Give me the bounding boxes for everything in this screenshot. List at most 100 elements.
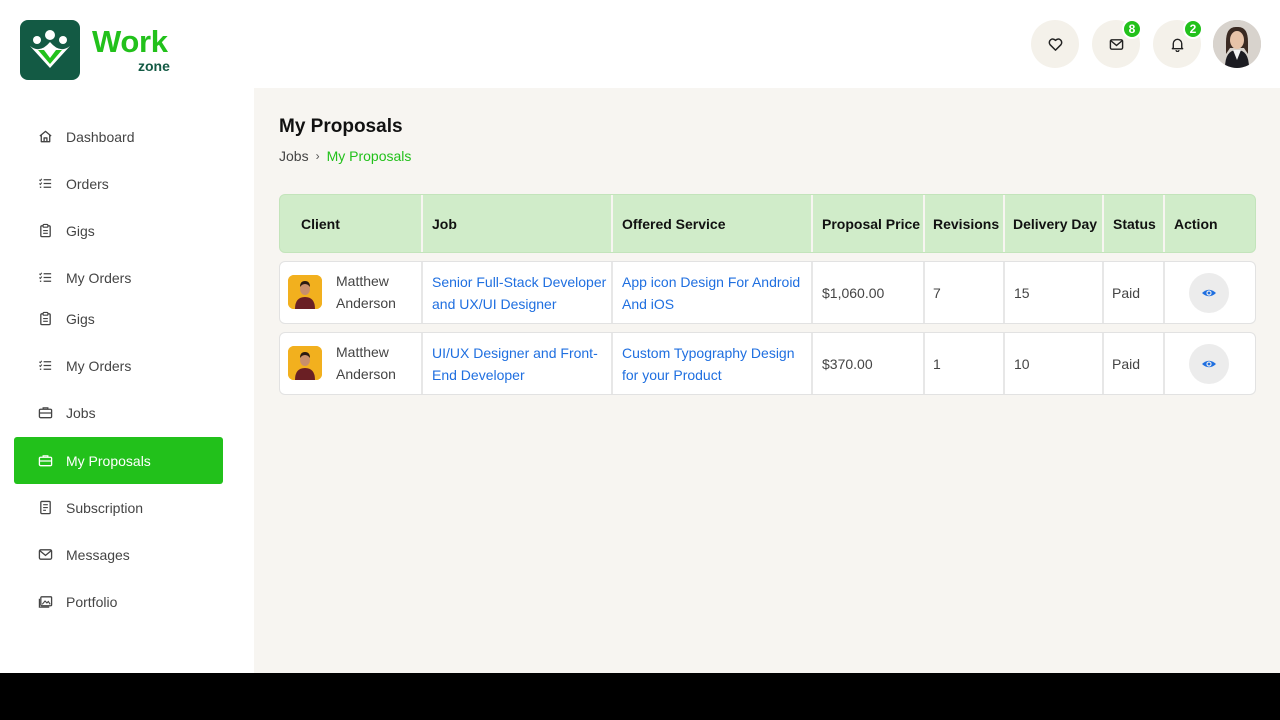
notifications-count-badge: 2 [1183,19,1203,39]
job-title-link[interactable]: Senior Full-Stack Developer and UX/UI De… [432,262,606,323]
sidebar-item-label: Jobs [66,404,96,421]
client-last-name: Anderson [336,366,396,382]
delivery-days: 15 [1014,284,1030,301]
user-avatar[interactable] [1213,20,1261,68]
column-header-job: Job [432,215,457,232]
column-header-action: Action [1174,215,1218,232]
sidebar-item-dashboard[interactable]: Dashboard [14,113,223,160]
table-row: Matthew Anderson UI/UX Designer and Fron… [279,332,1256,395]
page-title: My Proposals [279,116,403,137]
column-header-offered-service: Offered Service [622,215,726,232]
sidebar-item-my-orders[interactable]: My Orders [14,254,223,301]
sidebar-item-label: Dashboard [66,128,135,145]
favorites-button[interactable] [1031,20,1079,68]
view-proposal-button[interactable] [1189,344,1229,384]
column-header-proposal-price: Proposal Price [822,215,921,232]
app-window: Work zone 8 2 Dashboard Orders Gigs My O… [0,0,1280,673]
view-proposal-button[interactable] [1189,273,1229,313]
list-icon [39,272,52,282]
column-header-client: Client [301,215,340,232]
client-photo-icon [288,346,322,380]
heart-icon [1048,37,1062,51]
sidebar-item-label: Subscription [66,499,144,516]
column-header-status: Status [1113,215,1156,232]
service-title-line: Custom Typography Design [622,344,795,361]
brand-name: Work [92,24,168,59]
delivery-days: 10 [1014,355,1030,372]
revisions-count: 7 [933,284,941,301]
offered-service-link[interactable]: App icon Design For Android And iOS [622,262,800,323]
job-title-link[interactable]: UI/UX Designer and Front- End Developer [432,333,598,394]
eye-icon [1202,360,1216,368]
client-avatar [288,346,322,380]
service-title-line: And iOS [622,295,675,312]
sidebar-item-messages[interactable]: Messages [14,531,223,578]
user-photo-icon [1213,20,1261,68]
proposals-table: Client Job Offered Service Proposal Pric… [279,194,1256,395]
job-title-line: End Developer [432,366,525,383]
clipboard-icon [40,311,51,326]
workzone-logo[interactable] [20,20,80,80]
client-last-name: Anderson [336,295,396,311]
breadcrumb-separator: › [315,149,320,163]
status-text: Paid [1112,284,1141,301]
sidebar-item-label: My Orders [66,269,132,286]
job-title-line: Senior Full-Stack Developer [432,273,607,290]
image-icon [38,596,53,608]
table-row: Matthew Anderson Senior Full-Stack Devel… [279,261,1256,324]
home-icon [39,130,52,143]
offered-service-link[interactable]: Custom Typography Design for your Produc… [622,333,795,394]
client-name[interactable]: Matthew Anderson [336,270,416,314]
sidebar-item-label: My Orders [66,357,132,374]
job-title-line: UI/UX Designer and Front- [432,344,598,361]
sidebar-item-my-proposals[interactable]: My Proposals [14,437,223,484]
briefcase-icon [38,455,53,467]
client-name[interactable]: Matthew Anderson [336,341,416,385]
messages-count-badge: 8 [1122,19,1142,39]
sidebar-item-label: Gigs [66,222,95,239]
breadcrumb-current: My Proposals [326,148,412,164]
sidebar-item-label: Gigs [66,310,95,327]
sidebar: Dashboard Orders Gigs My Orders Gigs My … [0,88,254,673]
sidebar-item-label: Orders [66,175,109,192]
list-icon [39,360,52,370]
service-title-line: App icon Design For Android [622,273,801,290]
sidebar-item-orders[interactable]: Orders [14,160,223,207]
sidebar-item-label: Messages [66,546,130,563]
sidebar-item-label: Portfolio [66,593,118,610]
brand-subname: zone [138,58,170,74]
breadcrumb-jobs-link[interactable]: Jobs [279,148,309,164]
briefcase-icon [38,407,53,419]
main-content: My Proposals Jobs › My Proposals Client … [254,88,1280,673]
sidebar-item-my-orders-2[interactable]: My Orders [14,342,223,389]
client-first-name: Matthew [336,344,389,360]
envelope-icon [1109,38,1123,50]
client-first-name: Matthew [336,273,389,289]
proposal-price: $1,060.00 [822,284,885,301]
status-text: Paid [1112,355,1141,372]
list-icon [39,178,52,188]
sidebar-item-portfolio[interactable]: Portfolio [14,578,223,625]
clipboard-icon [40,223,51,238]
receipt-icon [40,500,51,515]
envelope-icon [38,549,53,560]
column-header-revisions: Revisions [933,215,1000,232]
sidebar-item-jobs[interactable]: Jobs [14,389,223,436]
eye-icon [1202,289,1216,297]
table-header: Client Job Offered Service Proposal Pric… [279,194,1256,253]
revisions-count: 1 [933,355,941,372]
sidebar-item-gigs-2[interactable]: Gigs [14,295,223,342]
client-avatar [288,275,322,309]
messages-button[interactable]: 8 [1092,19,1142,68]
top-header: Work zone 8 2 [0,0,1280,88]
proposal-price: $370.00 [822,355,873,372]
notifications-button[interactable]: 2 [1153,19,1203,68]
sidebar-item-gigs[interactable]: Gigs [14,207,223,254]
service-title-line: for your Product [622,366,722,383]
client-photo-icon [288,275,322,309]
sidebar-item-subscription[interactable]: Subscription [14,484,223,531]
breadcrumb: Jobs › My Proposals [279,148,411,164]
column-header-delivery-day: Delivery Day [1013,215,1098,232]
logo-mark-icon [30,30,70,68]
sidebar-item-label: My Proposals [66,452,151,469]
